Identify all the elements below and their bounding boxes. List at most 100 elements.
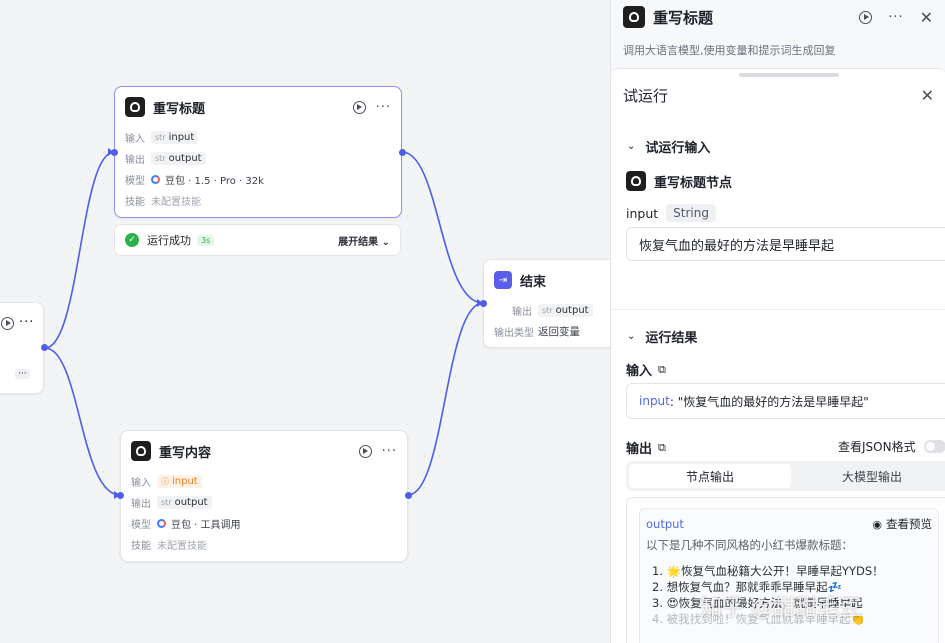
rewrite-title-node[interactable]: 重写标题 ··· 输入 str input 输出 str output 模型 豆包 …: [114, 86, 402, 218]
edge-start-to-title: [44, 151, 115, 349]
partial-start-node[interactable]: ··· ···: [0, 302, 44, 394]
output-label: 输出: [125, 155, 145, 166]
doubao-model-icon: [157, 519, 166, 528]
run-icon[interactable]: [859, 10, 873, 24]
param-type-chip: String: [666, 204, 716, 222]
model-value: 豆包 · 工具调用: [171, 520, 241, 531]
more-icon[interactable]: ···: [376, 101, 391, 114]
input-param-row: input String: [626, 204, 716, 222]
output-label: 输出: [512, 307, 532, 318]
output-tabs: 节点输出 大模型输出: [626, 461, 945, 491]
status-text: 运行成功: [147, 234, 191, 247]
model-label: 模型: [125, 176, 145, 187]
success-check-icon: ✓: [125, 233, 139, 247]
model-row: 模型 豆包 · 1.5 · Pro · 32k: [115, 169, 401, 190]
close-icon[interactable]: ✕: [920, 8, 933, 27]
llm-node-icon: [131, 441, 151, 461]
chevron-down-icon: ⌄: [627, 141, 636, 152]
panel-header: 重写标题 ··· ✕ 调用大语言模型,使用变量和提示词生成回复: [611, 0, 945, 66]
run-icon[interactable]: [358, 444, 372, 458]
json-toggle-row: 查看JSON格式: [838, 438, 945, 455]
workflow-canvas[interactable]: ··· ··· 重写标题 ··· 输入 str input 输出 str outpu…: [0, 0, 610, 643]
section-title: 运行结果: [645, 331, 698, 346]
input-port[interactable]: [111, 149, 118, 156]
divider: [611, 309, 945, 310]
type-label: str: [161, 498, 172, 507]
param-name: input: [626, 205, 659, 221]
type-label: str: [155, 133, 166, 142]
eye-icon: ◉: [872, 517, 882, 531]
input-var-tag-warning: ⓘ input: [157, 475, 202, 488]
output-var-tag: str output: [157, 496, 212, 509]
skill-label: 技能: [131, 541, 151, 552]
output-port[interactable]: [405, 492, 412, 499]
more-icon[interactable]: ···: [888, 11, 903, 24]
run-icon[interactable]: [352, 100, 366, 114]
copy-icon[interactable]: ⧉: [658, 363, 666, 377]
result-section-header[interactable]: ⌄ 运行结果: [611, 327, 713, 346]
input-display-box: input : "恢复气血的最好的方法是早睡早起": [626, 383, 945, 419]
trial-title: 试运行: [623, 86, 669, 105]
node-name-row: 重写标题节点: [626, 171, 732, 191]
input-var-tag: str input: [151, 131, 199, 144]
input-port[interactable]: [117, 492, 124, 499]
trial-input-section-header[interactable]: ⌄ 试运行输入: [611, 137, 726, 156]
expand-result-button[interactable]: 展开结果 ⌄: [338, 233, 390, 248]
trial-input-field[interactable]: 恢复气血的最好的方法是早睡早起: [626, 227, 945, 261]
node-title: 重写标题: [153, 101, 206, 117]
run-icon[interactable]: [1, 317, 14, 330]
duration-badge: 3s: [197, 234, 215, 246]
collapsed-tag: ···: [15, 369, 30, 379]
output-item: 1. 🌟恢复气血秘籍大公开！早睡早起YYDS！: [652, 564, 884, 578]
node-title: 结束: [520, 274, 547, 290]
panel-title[interactable]: 重写标题: [653, 7, 859, 28]
doubao-model-icon: [151, 175, 160, 184]
edge-title-to-end: [401, 151, 484, 304]
tab-llm-output[interactable]: 大模型输出: [791, 464, 945, 488]
more-icon[interactable]: ···: [19, 316, 34, 329]
output-port[interactable]: [399, 149, 406, 156]
output-label: 输出: [131, 499, 151, 510]
close-icon[interactable]: ✕: [921, 86, 934, 105]
skill-label: 技能: [125, 197, 145, 208]
model-value: 豆包 · 1.5 · Pro · 32k: [165, 176, 264, 187]
llm-node-icon: [125, 97, 145, 117]
run-status-bar: ✓ 运行成功 3s 展开结果 ⌄: [114, 224, 401, 256]
skill-row: 技能 未配置技能: [115, 190, 401, 211]
more-icon[interactable]: ···: [382, 445, 397, 458]
drag-handle[interactable]: [739, 73, 839, 77]
edge-content-to-end: [407, 302, 484, 496]
type-label: str: [542, 306, 553, 315]
var-name: output: [555, 305, 589, 316]
output-content: output ◉ 查看预览 以下是几种不同风格的小红书爆款标题： 1. 🌟恢复气…: [639, 508, 939, 643]
skill-value: 未配置技能: [151, 197, 201, 208]
output-type-label: 输出类型: [494, 328, 534, 339]
end-node[interactable]: ⇥ 结束 输出 str output 输出类型 返回变量: [483, 259, 610, 348]
warning-icon: ⓘ: [161, 477, 169, 486]
node-config-panel: 重写标题 ··· ✕ 调用大语言模型,使用变量和提示词生成回复 试运行 ✕ ⌄ …: [610, 0, 945, 643]
copy-icon[interactable]: ⧉: [658, 441, 666, 455]
output-var-tag: str output: [538, 304, 593, 317]
preview-button[interactable]: 查看预览: [886, 516, 932, 532]
edge-start-to-content: [44, 347, 121, 496]
json-format-toggle[interactable]: [923, 440, 945, 453]
node-title: 重写内容: [159, 445, 212, 461]
rewrite-content-node[interactable]: 重写内容 ··· 输入 ⓘ input 输出 str output 模型 豆包 · …: [120, 430, 408, 562]
output-label-row: 输出 ⧉: [626, 438, 666, 458]
output-port[interactable]: [41, 344, 48, 351]
panel-description: 调用大语言模型,使用变量和提示词生成回复: [623, 44, 836, 57]
input-label: 输入: [131, 478, 151, 489]
input-port[interactable]: [480, 300, 487, 307]
var-name: output: [174, 497, 208, 508]
output-label: 输出: [626, 442, 653, 457]
input-row: 输入 str input: [115, 127, 401, 148]
input-row: 输入 ⓘ input: [121, 471, 407, 492]
input-key: input: [639, 394, 670, 408]
output-var-name: output: [646, 517, 684, 531]
section-title: 试运行输入: [645, 141, 711, 156]
tab-node-output[interactable]: 节点输出: [629, 464, 791, 488]
output-type-row: 输出类型 返回变量: [484, 321, 610, 342]
llm-node-icon: [623, 6, 645, 28]
trial-run-sheet: 试运行 ✕ ⌄ 试运行输入 重写标题节点 input String 恢复气血的最…: [611, 68, 945, 643]
model-label: 模型: [131, 520, 151, 531]
